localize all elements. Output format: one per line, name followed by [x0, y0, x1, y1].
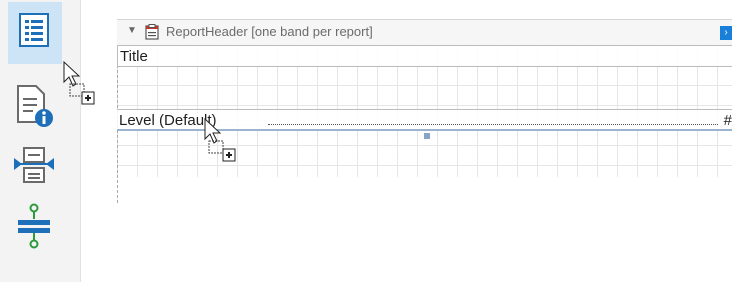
level-label: Level (Default)	[119, 112, 217, 129]
detail-band-tool[interactable]	[8, 2, 62, 64]
title-label: Title	[120, 48, 148, 65]
band-expand-button[interactable]: ›	[720, 26, 732, 40]
report-header-icon	[145, 24, 159, 43]
group-header-tool[interactable]	[10, 142, 58, 190]
document-info-icon	[17, 85, 53, 127]
group-split-icon	[14, 147, 54, 183]
page-break-icon	[18, 203, 50, 249]
report-header-band-body[interactable]: Title Level (Default) #	[117, 45, 732, 203]
resize-handle[interactable]	[424, 133, 430, 139]
report-info-tool[interactable]	[10, 82, 58, 130]
collapse-caret-icon[interactable]: ▼	[127, 25, 137, 36]
report-header-band-caption[interactable]: ▼ ReportHeader [one band per report] ›	[117, 19, 732, 46]
level-leader-dots	[268, 124, 718, 125]
report-designer-surface: ▼ ReportHeader [one band per report] › T…	[117, 19, 732, 203]
band-caption-text: ReportHeader [one band per report]	[166, 24, 373, 39]
page-break-tool[interactable]	[10, 200, 58, 249]
detail-list-icon	[19, 13, 49, 47]
level-page-number: #	[723, 112, 732, 129]
level-control[interactable]: Level (Default) #	[117, 109, 732, 131]
toolbox-panel	[0, 0, 81, 282]
title-control[interactable]: Title	[117, 45, 732, 67]
